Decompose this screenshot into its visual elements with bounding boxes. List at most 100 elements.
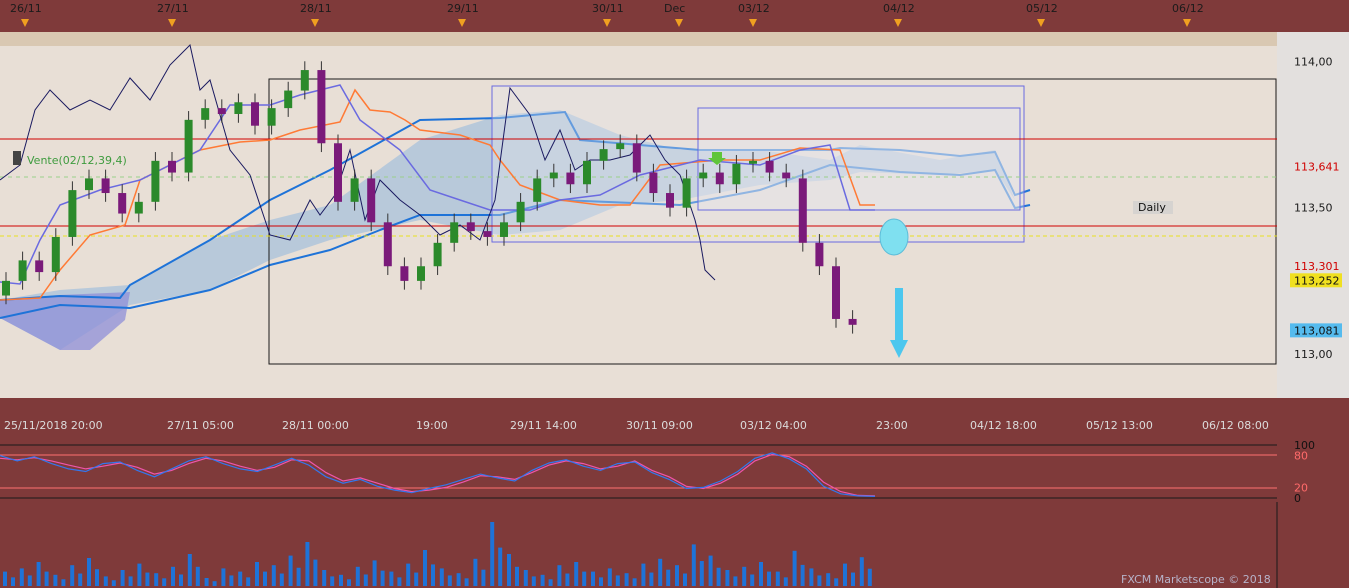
volume-bar [313,559,318,586]
candle-body [649,172,658,194]
x-time-label: 29/11 14:00 [510,419,577,432]
volume-bar [431,564,435,586]
volume-bar [574,562,579,586]
volume-bar [582,571,587,586]
volume-bar [330,576,335,586]
top-date-marker-icon [675,19,683,27]
volume-bar [380,570,385,586]
volume-bar [27,575,32,586]
volume-bar [591,571,595,586]
candle-body [151,160,160,202]
volume-bar [699,561,704,586]
volume-bar [775,571,780,586]
volume-bar [716,567,721,586]
volume-bar [279,573,284,586]
volume-bar [447,575,452,586]
range-box-small [697,107,1021,211]
volume-bar [61,579,66,586]
volume-bar [498,547,503,586]
volume-bar [557,565,562,586]
top-date-marker-label: 04/12 [883,2,915,15]
candle-body [433,242,442,267]
volume-bar [414,572,419,586]
volume-bar [523,570,528,586]
candle-body [300,70,309,91]
volume-bar [742,566,747,586]
candle-body [599,149,608,161]
volume-bar [355,566,360,586]
timeframe-label: Daily [1133,201,1173,214]
candle-body [251,102,259,126]
volume-bar [229,575,234,586]
x-time-label: 03/12 04:00 [740,419,807,432]
volume-bar [540,574,545,586]
volume-bar [263,571,267,586]
volume-bar [120,570,125,586]
candle-body [682,178,691,208]
volume-bar [599,577,603,586]
volume-bar [397,577,402,586]
volume-bar [11,577,15,586]
volume-bar [733,576,738,586]
volume-bar [179,574,183,586]
signal-badge: Vente(02/12,39,4) [13,151,127,167]
candle-body [201,108,210,120]
volume-bar [137,563,142,586]
volume-bar [423,550,427,586]
top-date-marker-icon [458,19,466,27]
candle-body [583,160,591,185]
volume-bar [288,555,293,586]
top-date-marker-icon [1183,19,1191,27]
candle-body [118,193,127,214]
top-date-marker-icon [603,19,611,27]
volume-bar [507,554,511,586]
volume-bar [70,565,75,586]
volume-bar [708,555,713,586]
volume-bar [632,578,637,586]
x-time-label: 25/11/2018 20:00 [4,419,103,432]
y-tick-label: 114,00 [1294,55,1333,68]
volume-bar [826,573,831,586]
candle-body [417,266,425,281]
volume-bar [255,562,259,586]
volume-bar [111,580,116,586]
candle-body [483,231,492,237]
candle-body [516,201,525,223]
watermark-text: FXCM Marketscope © 2018 [1121,573,1271,586]
candle-body [2,280,10,296]
y-tick-label: 113,00 [1294,348,1333,361]
volume-bar [490,522,495,586]
candle-body [85,178,93,191]
candle-body [267,108,276,126]
volume-bar [851,572,855,586]
y-tick-label: 113,50 [1294,202,1333,215]
candle-body [134,201,143,214]
top-date-marker-icon [311,19,319,27]
volume-bar [53,574,58,586]
volume-bar [372,560,377,586]
volume-bar [767,571,771,586]
right-axis [1277,32,1349,398]
volume-bar [128,576,133,586]
volume-bar [843,563,847,586]
candle-body [782,172,791,179]
candle-body [284,90,293,109]
volume-bar [809,568,814,586]
top-date-marker-label: 06/12 [1172,2,1204,15]
price-tag-label: 113,641 [1294,160,1340,173]
top-date-marker-label: Dec [664,2,685,15]
top-date-marker-icon [21,19,29,27]
candle-body [350,178,359,202]
volume-bar [691,544,696,586]
volume-bar [473,558,478,586]
top-date-marker-label: 03/12 [738,2,770,15]
candle-body [334,143,342,202]
volume-bar [19,568,24,586]
top-date-bar [0,0,1277,18]
volume-bar [439,568,444,586]
osc-tick-label: 80 [1294,450,1308,463]
volume-bar [221,568,226,586]
volume-bar [859,557,864,586]
volume-bar [3,571,7,586]
volume-bar [800,564,805,586]
